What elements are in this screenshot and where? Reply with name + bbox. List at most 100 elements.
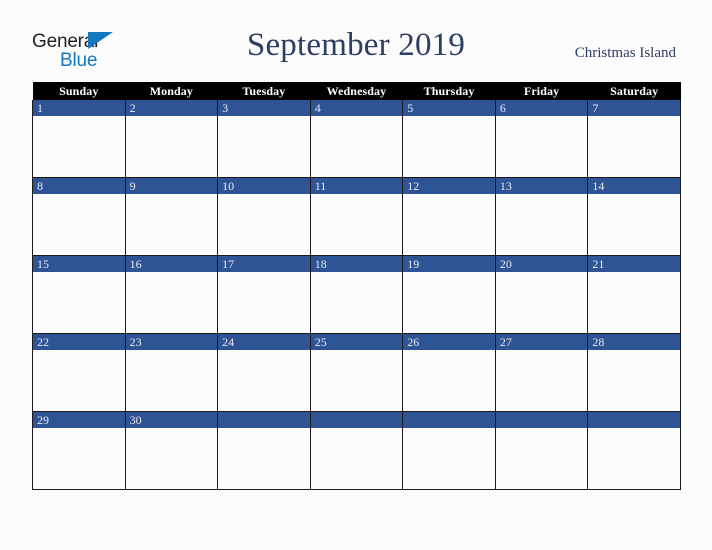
- calendar-day-cell[interactable]: 10: [217, 177, 311, 256]
- day-note-area[interactable]: [403, 116, 495, 177]
- day-note-area[interactable]: [588, 350, 680, 411]
- calendar-day-cell[interactable]: 27: [494, 333, 589, 412]
- day-number: [588, 412, 680, 428]
- calendar-day-cell[interactable]: 19: [402, 255, 496, 334]
- day-number: 8: [33, 178, 125, 194]
- day-number: 14: [588, 178, 680, 194]
- day-note-area[interactable]: [310, 272, 403, 333]
- day-number: 21: [588, 256, 680, 272]
- calendar-day-cell[interactable]: 9: [124, 177, 219, 256]
- calendar-day-cell[interactable]: 23: [124, 333, 219, 412]
- calendar-day-cell[interactable]: 8: [32, 177, 126, 256]
- day-note-area[interactable]: [495, 350, 588, 411]
- day-number: [310, 412, 403, 428]
- calendar-day-cell[interactable]: 17: [217, 255, 311, 334]
- day-note-area[interactable]: [310, 428, 403, 489]
- day-note-area[interactable]: [218, 116, 310, 177]
- calendar-day-cell[interactable]: 2: [124, 100, 219, 178]
- day-note-area[interactable]: [495, 194, 588, 255]
- day-number: 24: [218, 334, 310, 350]
- calendar-day-cell[interactable]: 26: [402, 333, 496, 412]
- calendar-week-row: 8 9 10 11 12 13 14: [32, 177, 681, 256]
- day-number: [403, 412, 495, 428]
- calendar-day-cell[interactable]: 13: [494, 177, 589, 256]
- day-note-area[interactable]: [125, 194, 218, 255]
- day-note-area[interactable]: [588, 272, 680, 333]
- calendar-day-cell[interactable]: 5: [402, 100, 496, 178]
- day-number: 7: [588, 100, 680, 116]
- day-note-area[interactable]: [310, 350, 403, 411]
- calendar-day-cell-empty[interactable]: [217, 411, 311, 490]
- calendar-week-row: 29 30: [32, 411, 681, 490]
- day-note-area[interactable]: [218, 350, 310, 411]
- day-note-area[interactable]: [125, 272, 218, 333]
- day-number: 2: [125, 100, 218, 116]
- day-note-area[interactable]: [403, 272, 495, 333]
- day-number: 20: [495, 256, 588, 272]
- calendar-day-cell[interactable]: 24: [217, 333, 311, 412]
- weekday-header-thursday: Thursday: [402, 82, 496, 100]
- day-number: 10: [218, 178, 310, 194]
- calendar-day-cell-empty[interactable]: [402, 411, 496, 490]
- calendar-day-cell[interactable]: 21: [587, 255, 681, 334]
- day-note-area[interactable]: [125, 116, 218, 177]
- calendar-day-cell[interactable]: 25: [309, 333, 404, 412]
- calendar-day-cell[interactable]: 30: [124, 411, 219, 490]
- calendar-day-cell[interactable]: 14: [587, 177, 681, 256]
- day-number: [218, 412, 310, 428]
- calendar-day-cell[interactable]: 7: [587, 100, 681, 178]
- day-note-area[interactable]: [218, 272, 310, 333]
- day-note-area[interactable]: [310, 116, 403, 177]
- weekday-header-sunday: Sunday: [32, 82, 126, 100]
- day-note-area[interactable]: [495, 272, 588, 333]
- calendar-day-cell[interactable]: 1: [32, 100, 126, 178]
- day-note-area[interactable]: [588, 194, 680, 255]
- calendar-day-cell[interactable]: 15: [32, 255, 126, 334]
- day-note-area[interactable]: [403, 350, 495, 411]
- calendar-day-cell[interactable]: 4: [309, 100, 404, 178]
- day-note-area[interactable]: [33, 428, 125, 489]
- day-note-area[interactable]: [495, 116, 588, 177]
- calendar-day-cell[interactable]: 22: [32, 333, 126, 412]
- calendar-day-cell[interactable]: 6: [494, 100, 589, 178]
- weekday-header-monday: Monday: [125, 82, 218, 100]
- calendar-day-cell[interactable]: 11: [309, 177, 404, 256]
- calendar-day-cell[interactable]: 18: [309, 255, 404, 334]
- day-note-area[interactable]: [403, 194, 495, 255]
- calendar-day-cell[interactable]: 28: [587, 333, 681, 412]
- day-number: 3: [218, 100, 310, 116]
- day-number: 23: [125, 334, 218, 350]
- calendar-day-cell[interactable]: 3: [217, 100, 311, 178]
- calendar-day-cell-empty[interactable]: [494, 411, 589, 490]
- day-number: 11: [310, 178, 403, 194]
- day-note-area[interactable]: [33, 194, 125, 255]
- day-note-area[interactable]: [588, 428, 680, 489]
- calendar-day-cell[interactable]: 12: [402, 177, 496, 256]
- day-number: 27: [495, 334, 588, 350]
- day-note-area[interactable]: [33, 116, 125, 177]
- day-note-area[interactable]: [495, 428, 588, 489]
- day-number: 15: [33, 256, 125, 272]
- calendar-page: General Blue September 2019 Christmas Is…: [0, 0, 712, 550]
- day-note-area[interactable]: [310, 194, 403, 255]
- day-note-area[interactable]: [33, 272, 125, 333]
- calendar-week-row: 15 16 17 18 19 20 21: [32, 255, 681, 334]
- calendar-week-row: 1 2 3 4 5 6 7: [32, 100, 681, 178]
- day-number: 18: [310, 256, 403, 272]
- day-note-area[interactable]: [218, 194, 310, 255]
- calendar-day-cell[interactable]: 16: [124, 255, 219, 334]
- day-number: 16: [125, 256, 218, 272]
- day-note-area[interactable]: [588, 116, 680, 177]
- weekday-header-saturday: Saturday: [587, 82, 681, 100]
- day-number: 22: [33, 334, 125, 350]
- day-number: 12: [403, 178, 495, 194]
- day-note-area[interactable]: [33, 350, 125, 411]
- calendar-day-cell-empty[interactable]: [587, 411, 681, 490]
- calendar-day-cell-empty[interactable]: [309, 411, 404, 490]
- day-note-area[interactable]: [125, 350, 218, 411]
- day-note-area[interactable]: [218, 428, 310, 489]
- calendar-day-cell[interactable]: 20: [494, 255, 589, 334]
- day-note-area[interactable]: [125, 428, 218, 489]
- calendar-day-cell[interactable]: 29: [32, 411, 126, 490]
- day-note-area[interactable]: [403, 428, 495, 489]
